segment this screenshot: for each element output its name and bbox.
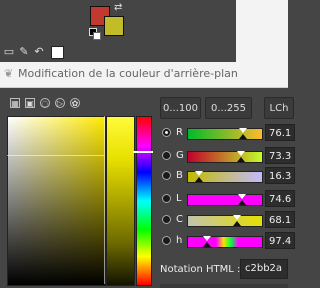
channel-l-radio[interactable] — [162, 194, 171, 203]
cmyk-selector-icon[interactable]: ▣ — [25, 98, 35, 108]
channel-h-marker-top — [203, 236, 211, 241]
hue-slider[interactable] — [136, 116, 152, 286]
range-0-100-button[interactable]: 0...100 — [160, 97, 201, 119]
channel-c-marker-top — [233, 215, 241, 220]
wheel-selector-icon[interactable]: ◌ — [40, 98, 50, 108]
channel-g-radio[interactable] — [162, 151, 171, 160]
channel-g-value[interactable]: 73.3 — [265, 147, 295, 164]
dialog-bottom-edge — [160, 284, 288, 288]
triangle-selector-icon[interactable]: ▷ — [55, 98, 65, 108]
device-icon[interactable]: ▭ — [3, 46, 15, 58]
channel-b-radio[interactable] — [162, 171, 171, 180]
picker-crosshair-horizontal — [7, 155, 104, 156]
background-color-swatch[interactable] — [104, 16, 124, 36]
channel-h-value[interactable]: 97.4 — [265, 232, 295, 249]
channel-h-label: h — [176, 235, 183, 246]
paths-icon[interactable]: ✎ — [18, 46, 30, 58]
channel-b-value[interactable]: 16.3 — [265, 167, 295, 184]
channel-c-radio[interactable] — [162, 215, 171, 224]
toolbox-right-area — [236, 0, 288, 62]
channel-c-value[interactable]: 68.1 — [265, 211, 295, 228]
saturation-value-picker[interactable] — [7, 116, 106, 286]
channel-g-label: G — [176, 150, 184, 161]
watercolor-selector-icon[interactable]: ✿ — [70, 98, 80, 108]
hue-marker — [133, 151, 153, 153]
value-strip[interactable] — [106, 116, 135, 286]
channel-r-marker-top — [239, 128, 247, 133]
channel-b-marker-top — [195, 171, 203, 176]
gimp-icon: ❦ — [4, 67, 14, 80]
default-colors-bg-icon[interactable] — [93, 32, 101, 40]
channel-r-slider[interactable] — [187, 128, 263, 140]
undo-icon[interactable]: ↶ — [33, 46, 45, 58]
html-notation-label: Notation HTML : — [160, 264, 241, 275]
channel-h-marker[interactable] — [203, 242, 211, 247]
channel-h-slider[interactable] — [187, 236, 263, 248]
channel-l-marker-top — [238, 194, 246, 199]
channel-c-label: C — [176, 214, 183, 225]
channel-b-marker[interactable] — [195, 177, 203, 182]
picker-crosshair-vertical — [104, 116, 105, 284]
channel-h-radio[interactable] — [162, 236, 171, 245]
html-notation-input[interactable]: c2bb2a — [240, 259, 288, 279]
lch-button[interactable]: LCh — [264, 97, 294, 119]
channel-r-value[interactable]: 76.1 — [265, 124, 295, 141]
channel-r-marker[interactable] — [239, 134, 247, 139]
channel-g-slider[interactable] — [187, 151, 263, 163]
channel-r-radio[interactable] — [162, 128, 171, 137]
channel-c-slider[interactable] — [187, 215, 263, 227]
channel-l-marker[interactable] — [238, 200, 246, 205]
channel-b-label: B — [176, 170, 183, 181]
channel-l-label: L — [176, 193, 182, 204]
channel-c-marker[interactable] — [233, 221, 241, 226]
white-swatch-icon[interactable] — [51, 46, 64, 59]
channel-g-marker-top — [237, 151, 245, 156]
channel-l-value[interactable]: 74.6 — [265, 190, 295, 207]
dialog-title: Modification de la couleur d'arrière-pla… — [18, 67, 238, 80]
channel-g-marker[interactable] — [237, 157, 245, 162]
channel-r-label: R — [176, 127, 183, 138]
swap-colors-icon[interactable]: ⇄ — [114, 3, 124, 13]
range-0-255-button[interactable]: 0...255 — [205, 97, 252, 119]
channel-l-slider[interactable] — [187, 194, 263, 206]
gimp-selector-icon[interactable]: ▦ — [10, 98, 20, 108]
